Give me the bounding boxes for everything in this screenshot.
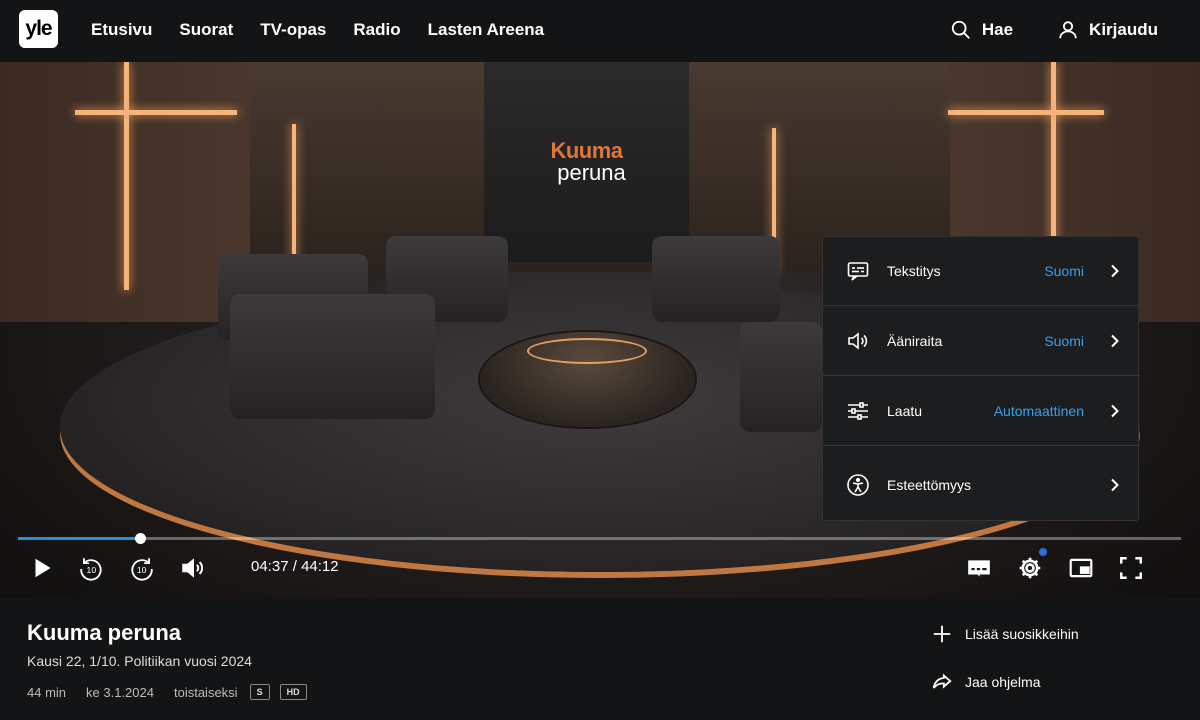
program-duration: 44 min (27, 684, 67, 700)
progress-handle[interactable] (135, 533, 147, 544)
login-button[interactable]: Kirjaudu (1057, 19, 1158, 41)
menu-item-quality[interactable]: Laatu Automaattinen (823, 377, 1140, 446)
studio-light-strip (948, 110, 1104, 115)
gear-icon (1019, 557, 1041, 579)
settings-menu: Tekstitys Suomi Ääniraita Suomi Laatu Au… (822, 236, 1140, 522)
subtitles-button[interactable] (965, 554, 993, 582)
login-label: Kirjaudu (1089, 20, 1158, 39)
program-date: ke 3.1.2024 (86, 684, 154, 700)
studio-screen: Kuuma peruna (484, 62, 689, 262)
svg-text:10: 10 (137, 565, 147, 575)
forward-10-icon: 10 (131, 558, 153, 581)
play-icon (35, 558, 51, 578)
program-info: Kuuma peruna Kausi 22, 1/10. Politiikan … (0, 598, 1200, 720)
show-logo-line2: peruna (557, 160, 626, 185)
svg-text:10: 10 (87, 565, 97, 575)
settings-button[interactable] (1016, 548, 1047, 582)
menu-value-subtitles: Suomi (1044, 263, 1084, 279)
search-label: Hae (981, 20, 1014, 39)
menu-item-subtitles[interactable]: Tekstitys Suomi (823, 237, 1140, 306)
forward-10-button[interactable]: 10 (128, 554, 156, 582)
menu-item-accessibility[interactable]: Esteettömyys (823, 447, 1140, 522)
studio-light-strip (124, 62, 129, 290)
total-duration: 44:12 (301, 558, 339, 575)
plus-icon (933, 625, 951, 643)
studio-chair (652, 236, 780, 322)
top-right-actions: Hae Kirjaudu (950, 0, 1158, 60)
search-button[interactable]: Hae (950, 19, 1013, 41)
nav-item-suorat[interactable]: Suorat (179, 20, 233, 40)
studio-chair (740, 322, 822, 432)
menu-item-audio-track[interactable]: Ääniraita Suomi (823, 307, 1140, 376)
yle-logo[interactable]: yle (19, 10, 58, 48)
subtitles-icon (845, 258, 871, 284)
nav-item-radio[interactable]: Radio (353, 20, 400, 40)
current-time: 04:37 (251, 558, 289, 575)
settings-active-dot (1039, 548, 1047, 556)
speaker-icon (845, 328, 871, 354)
play-button[interactable] (28, 554, 56, 582)
studio-light-strip (75, 110, 237, 115)
share-label: Jaa ohjelma (965, 674, 1041, 690)
chevron-right-icon (1111, 264, 1119, 278)
menu-value-quality: Automaattinen (993, 403, 1084, 419)
studio-chair (230, 294, 435, 419)
volume-button[interactable] (179, 554, 207, 582)
accessibility-icon (845, 472, 871, 498)
menu-label-audio-track: Ääniraita (887, 333, 943, 349)
video-player[interactable]: Kuuma peruna Tekstitys Suomi Ääniraita S… (0, 62, 1200, 598)
add-favorite-label: Lisää suosikkeihin (965, 626, 1079, 642)
program-badges: S HD (249, 684, 307, 700)
top-navigation-bar: yle Etusivu Suorat TV-opas Radio Lasten … (0, 0, 1200, 60)
rewind-10-button[interactable]: 10 (77, 554, 105, 582)
share-button[interactable]: Jaa ohjelma (931, 671, 1041, 693)
share-icon (932, 673, 952, 689)
nav-item-etusivu[interactable]: Etusivu (91, 20, 152, 40)
rewind-10-icon: 10 (80, 558, 102, 581)
badge-hd: HD (279, 684, 307, 700)
show-logo-line1: Kuuma (550, 138, 623, 163)
user-icon (1059, 21, 1077, 39)
program-title: Kuuma peruna (27, 620, 182, 645)
chevron-right-icon (1111, 478, 1119, 491)
studio-table-light (527, 338, 647, 364)
main-nav: Etusivu Suorat TV-opas Radio Lasten Aree… (91, 0, 544, 60)
chevron-right-icon (1111, 334, 1119, 348)
menu-label-subtitles: Tekstitys (887, 263, 941, 279)
fullscreen-icon (1120, 557, 1142, 579)
program-subtitle: Kausi 22, 1/10. Politiikan vuosi 2024 (27, 653, 252, 669)
search-icon (951, 20, 970, 39)
sliders-icon (845, 398, 871, 424)
time-separator: / (292, 558, 297, 575)
badge-age-rating: S (249, 684, 270, 700)
menu-label-quality: Laatu (887, 403, 923, 419)
studio-light-strip (292, 124, 296, 274)
menu-label-accessibility: Esteettömyys (887, 476, 972, 493)
nav-item-lasten-areena[interactable]: Lasten Areena (428, 20, 545, 40)
progress-fill (18, 537, 141, 540)
picture-in-picture-icon (1069, 558, 1093, 578)
fullscreen-button[interactable] (1117, 554, 1145, 582)
program-availability: toistaiseksi (173, 684, 238, 700)
program-meta: 44 min ke 3.1.2024 toistaiseksi S HD (27, 684, 307, 700)
add-favorite-button[interactable]: Lisää suosikkeihin (931, 623, 1079, 645)
chevron-right-icon (1111, 404, 1119, 418)
picture-in-picture-button[interactable] (1067, 554, 1095, 582)
progress-bar[interactable] (18, 533, 1181, 544)
nav-item-tv-opas[interactable]: TV-opas (260, 20, 326, 40)
player-controls: 10 10 04:37 / 44:12 (0, 548, 1200, 586)
volume-icon (182, 558, 204, 578)
subtitles-toggle-icon (968, 560, 990, 577)
menu-value-audio-track: Suomi (1044, 333, 1084, 349)
time-display: 04:37 / 44:12 (251, 558, 339, 575)
